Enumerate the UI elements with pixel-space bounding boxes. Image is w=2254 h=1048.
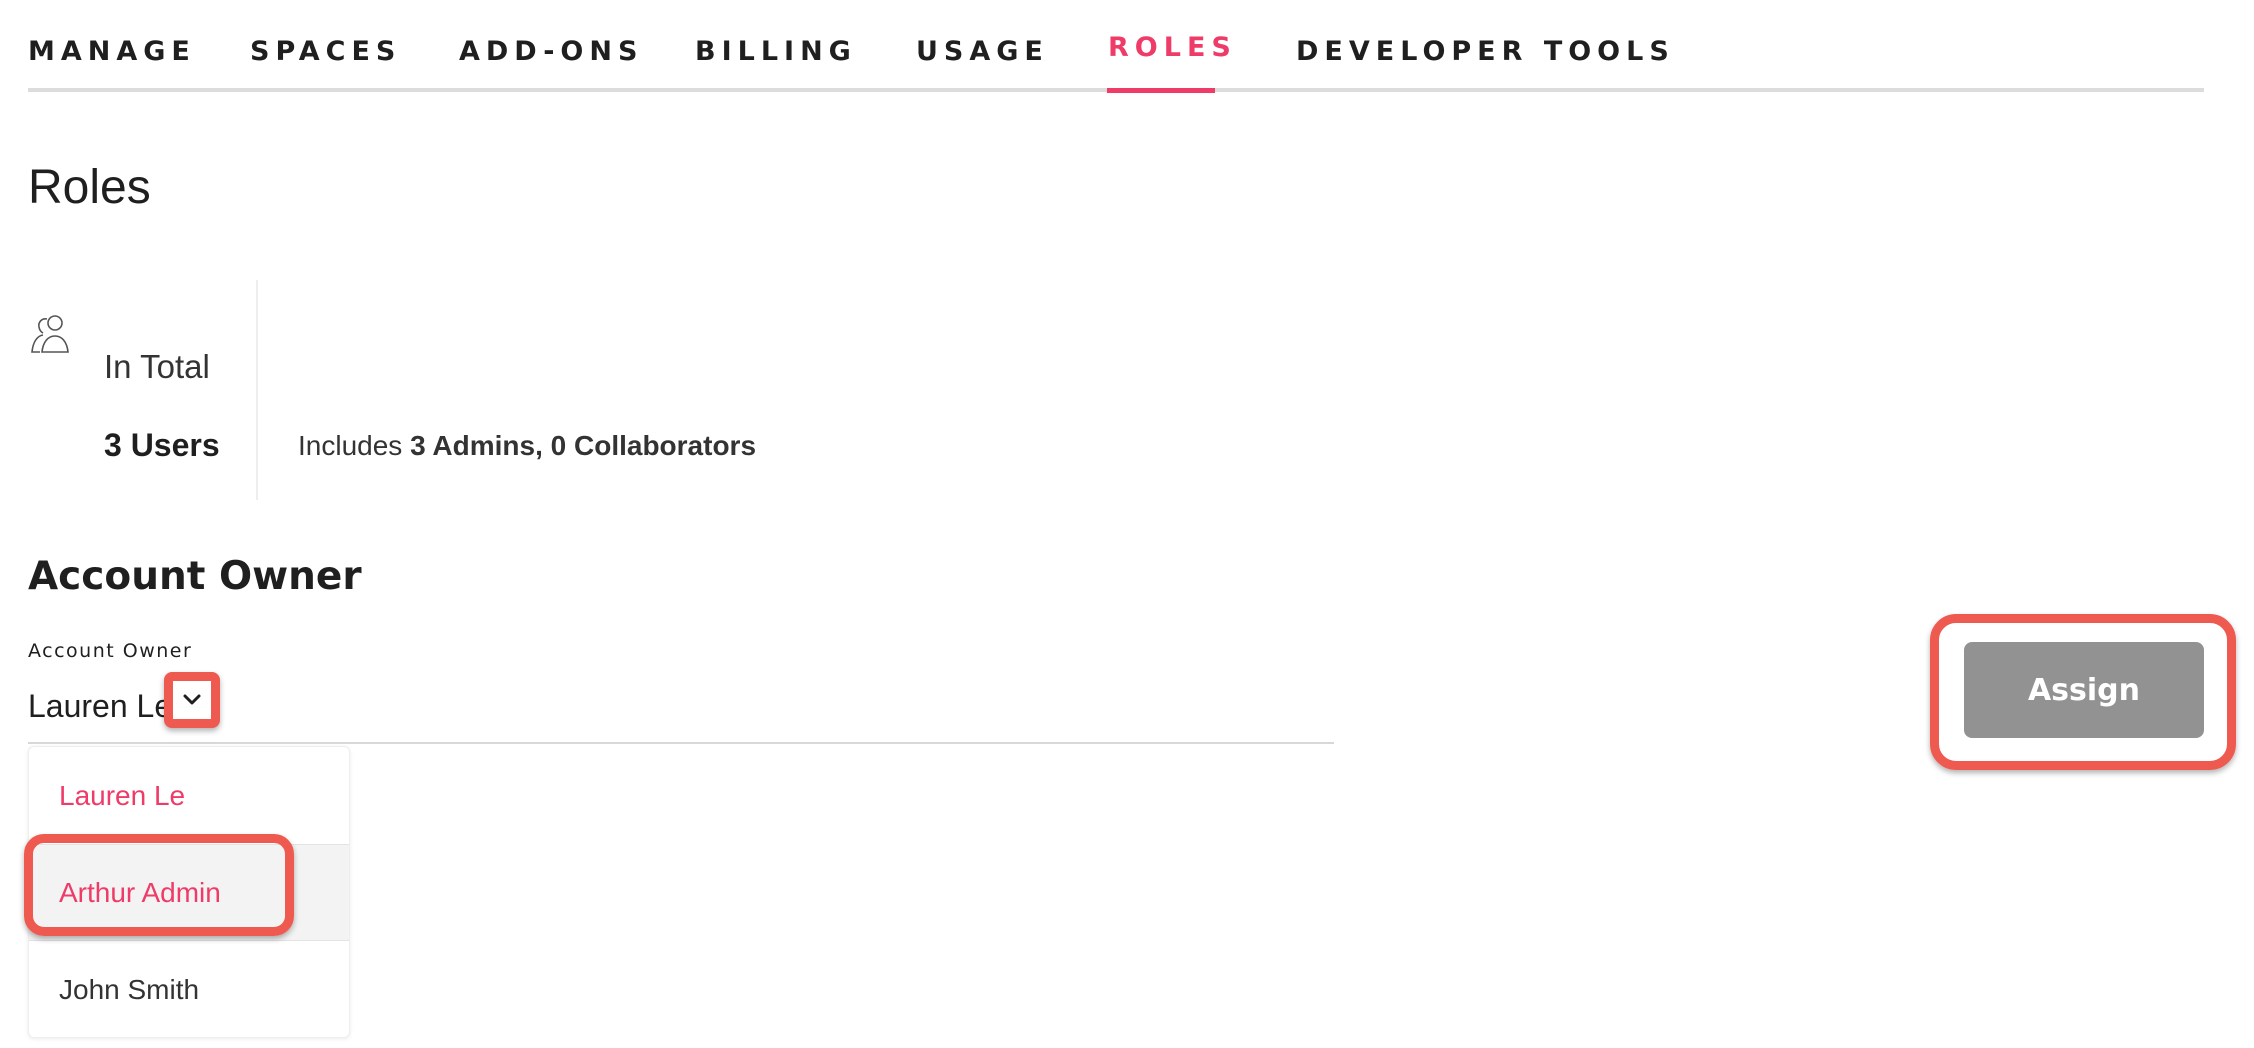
account-owner-selected-value: Lauren Le [28, 688, 173, 724]
users-breakdown: Includes 3 Admins, 0 Collaborators [298, 430, 756, 462]
total-users-count: 3 Users [104, 427, 220, 463]
top-nav-tabs: MANAGE SPACES ADD-ONS BILLING USAGE ROLE… [28, 0, 2204, 92]
tab-usage[interactable]: USAGE [916, 36, 1049, 67]
collaborators-count: 0 Collaborators [550, 430, 757, 461]
tab-manage[interactable]: MANAGE [28, 36, 196, 67]
total-users-label: In Total [104, 348, 210, 385]
chevron-down-icon [183, 694, 201, 705]
owner-option-lauren-le[interactable]: Lauren Le [29, 747, 349, 844]
tab-spaces[interactable]: SPACES [250, 36, 401, 67]
tab-billing[interactable]: BILLING [695, 36, 857, 67]
owner-option-john-smith[interactable]: John Smith [29, 941, 349, 1038]
assign-button[interactable]: Assign [1964, 642, 2204, 738]
active-tab-indicator [1107, 88, 1215, 93]
tab-roles[interactable]: ROLES [1108, 32, 1237, 63]
owner-option-arthur-admin[interactable]: Arthur Admin [29, 844, 349, 941]
account-owner-select[interactable]: Lauren Le [28, 672, 1334, 744]
dropdown-toggle-button[interactable] [164, 672, 220, 728]
stats-divider [256, 280, 258, 500]
account-owner-section-title: Account Owner [28, 554, 362, 599]
account-owner-dropdown-menu: Lauren Le Arthur Admin John Smith [28, 746, 350, 1038]
page-title: Roles [28, 161, 151, 214]
breakdown-separator: , [535, 430, 543, 461]
admins-count: 3 Admins [410, 430, 536, 461]
breakdown-prefix: Includes [298, 430, 403, 461]
account-owner-field-label: Account Owner [28, 640, 193, 662]
tab-developer-tools[interactable]: DEVELOPER TOOLS [1296, 36, 1675, 67]
users-icon [28, 312, 74, 358]
tab-add-ons[interactable]: ADD-ONS [459, 36, 643, 67]
